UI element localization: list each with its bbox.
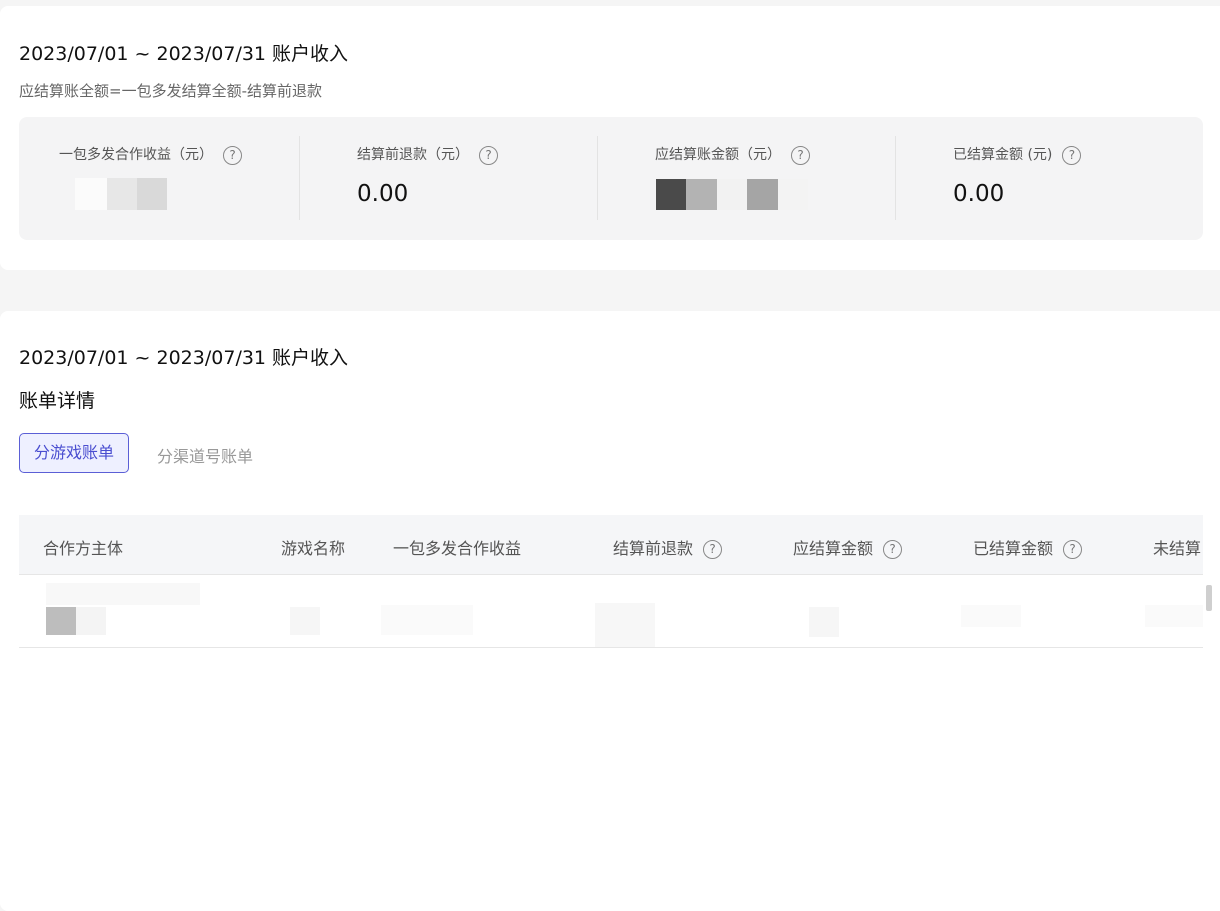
horizontal-scrollbar[interactable] [1206,585,1212,611]
masked-value [75,178,185,210]
divider [895,136,896,220]
divider [299,136,300,220]
bill-detail-card: 2023/07/01 ~ 2023/07/31 账户收入 账单详情 分游戏账单 … [0,311,1220,911]
masked-value [656,179,816,211]
summary-title: 2023/07/01 ~ 2023/07/31 账户收入 [19,43,349,65]
masked-cell [809,607,839,637]
stat-label: 应结算账金额（元） [655,147,781,163]
masked-cell [46,583,200,635]
tab-by-game[interactable]: 分游戏账单 [19,433,129,473]
column-payable-amount: 应结算金额 [793,539,874,558]
question-circle-icon[interactable]: ? [791,145,810,165]
column-game-name: 游戏名称 [281,539,346,558]
question-circle-icon[interactable]: ? [223,145,242,165]
stat-value: 0.00 [357,181,409,207]
stat-label: 已结算金额 (元) [953,147,1053,163]
question-circle-icon[interactable]: ? [479,145,498,165]
question-circle-icon[interactable]: ? [1062,145,1082,165]
column-settled-amount: 已结算金额 [973,539,1054,558]
column-cooperation-income: 一包多发合作收益 [393,539,522,558]
stats-panel: 一包多发合作收益（元）? 结算前退款（元）? 0.00 应结算账金额（元）? 已… [19,117,1203,240]
masked-cell [290,607,320,635]
column-partner: 合作方主体 [43,539,124,558]
stat-label: 结算前退款（元） [357,147,469,163]
settlement-formula: 应结算账全额=一包多发结算全额-结算前退款 [19,82,322,100]
stat-label: 一包多发合作收益（元） [59,147,213,163]
table-header: 合作方主体 游戏名称 一包多发合作收益 结算前退款? 应结算金额? 已结算金额?… [19,515,1203,575]
column-pre-settlement-refund: 结算前退款 [613,539,694,558]
table-row[interactable] [19,575,1203,648]
bill-details-heading: 账单详情 [19,390,96,412]
column-unsettled: 未结算 [1153,539,1202,558]
detail-title: 2023/07/01 ~ 2023/07/31 账户收入 [19,347,349,369]
masked-cell [595,603,655,647]
divider [597,136,598,220]
stat-value: 0.00 [953,181,1005,207]
masked-cell [1145,605,1203,627]
masked-cell [961,605,1021,627]
question-circle-icon[interactable]: ? [1063,540,1083,559]
tab-by-channel[interactable]: 分渠道号账单 [157,443,253,467]
question-circle-icon[interactable]: ? [703,540,723,559]
income-summary-card: 2023/07/01 ~ 2023/07/31 账户收入 应结算账全额=一包多发… [0,6,1220,270]
question-circle-icon[interactable]: ? [883,540,903,559]
masked-cell [381,605,473,635]
